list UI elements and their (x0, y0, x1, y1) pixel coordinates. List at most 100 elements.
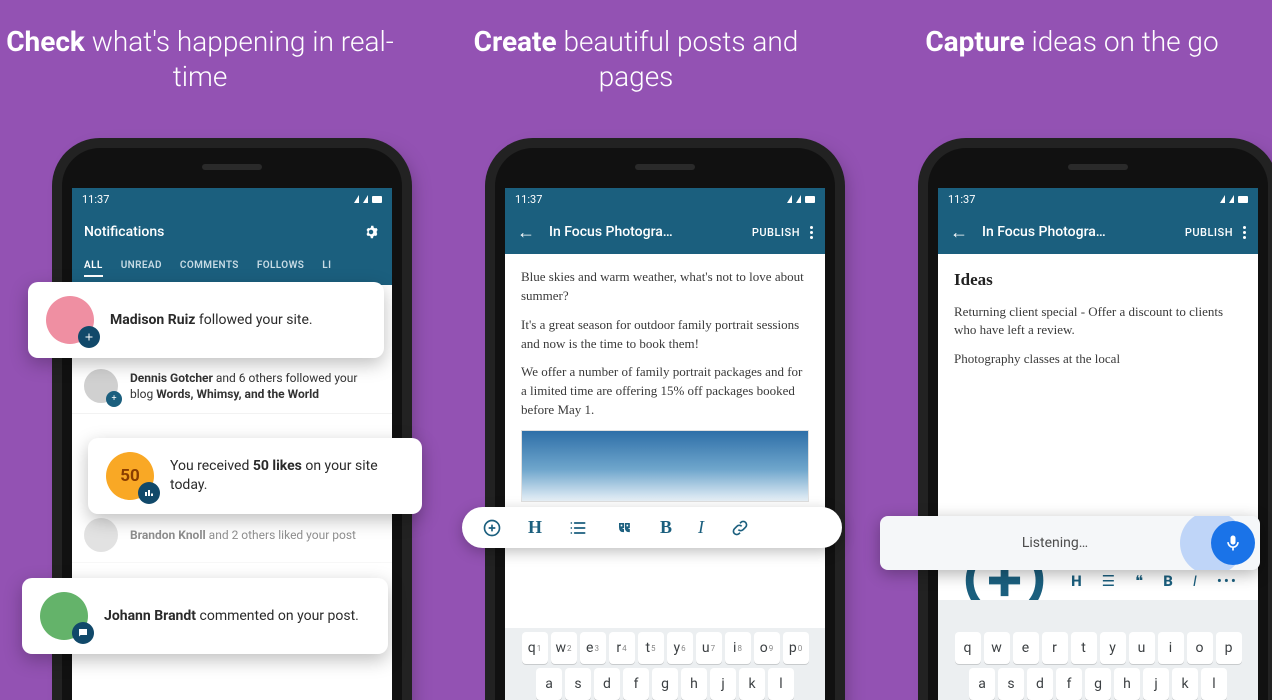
post-editor[interactable]: Ideas Returning client special - Offer a… (938, 254, 1258, 393)
app-bar: ← In Focus Photogra… PUBLISH (938, 210, 1258, 254)
publish-button[interactable]: PUBLISH (1185, 226, 1233, 239)
promo-caption-1: Check what's happening in real-time (0, 24, 400, 94)
heading-button[interactable]: H (1071, 572, 1082, 590)
list-icon[interactable]: ☰ (1102, 572, 1115, 590)
key-w[interactable]: w (984, 632, 1010, 664)
key-r[interactable]: r4 (609, 632, 635, 664)
voice-input-bar[interactable]: Listening… (880, 516, 1260, 570)
key-k[interactable]: k (739, 668, 765, 700)
gear-icon[interactable] (362, 223, 380, 241)
format-toolbar: H B I (462, 507, 842, 548)
key-g[interactable]: g (652, 668, 678, 700)
key-e[interactable]: e (1013, 632, 1039, 664)
notification-row[interactable]: + Dennis Gotcher and 6 others followed y… (72, 359, 392, 414)
notification-card-comment[interactable]: Johann Brandt commented on your post. (22, 578, 388, 654)
key-y[interactable]: y (1100, 632, 1126, 664)
tab-likes[interactable]: LI (322, 260, 331, 277)
key-t[interactable]: t5 (638, 632, 664, 664)
key-u[interactable]: u (1129, 632, 1155, 664)
heading-button[interactable]: H (528, 517, 542, 538)
avatar (40, 592, 88, 640)
plus-badge-icon (78, 326, 100, 348)
key-s[interactable]: s (565, 668, 591, 700)
stats-badge-icon (138, 482, 160, 504)
key-j[interactable]: j (710, 668, 736, 700)
tab-unread[interactable]: UNREAD (121, 260, 162, 277)
keyboard[interactable]: qwertyuiop asdfghjkl zxcvbnm ?123 , . (938, 600, 1258, 700)
quote-icon[interactable] (614, 518, 634, 538)
link-icon[interactable] (730, 518, 750, 538)
italic-button[interactable]: I (698, 517, 704, 538)
list-icon[interactable] (568, 518, 588, 538)
listening-label: Listening… (904, 535, 1206, 551)
key-i[interactable]: i (1158, 632, 1184, 664)
bold-button[interactable]: B (1163, 572, 1173, 590)
key-o[interactable]: o9 (754, 632, 780, 664)
comment-badge-icon (72, 622, 94, 644)
notification-card-likes[interactable]: 50 You received 50 likes on your site to… (88, 438, 422, 514)
promo-caption-2: Create beautiful posts and pages (436, 24, 836, 94)
phone-mock-voice: 11:37 ← In Focus Photogra… PUBLISH Ideas… (928, 148, 1268, 700)
key-k[interactable]: k (1172, 668, 1198, 700)
tab-all[interactable]: ALL (84, 260, 103, 277)
key-i[interactable]: i8 (725, 632, 751, 664)
key-o[interactable]: o (1187, 632, 1213, 664)
key-j[interactable]: j (1143, 668, 1169, 700)
key-u[interactable]: u7 (696, 632, 722, 664)
key-t[interactable]: t (1071, 632, 1097, 664)
notification-row[interactable]: Brandon Knoll and 2 others liked your po… (72, 508, 392, 563)
key-d[interactable]: d (1027, 668, 1053, 700)
key-p[interactable]: p (1216, 632, 1242, 664)
more-icon[interactable] (1243, 226, 1246, 239)
quote-icon[interactable]: ❝ (1135, 572, 1143, 590)
key-p[interactable]: p0 (783, 632, 809, 664)
publish-button[interactable]: PUBLISH (752, 226, 800, 239)
status-bar: 11:37 (72, 188, 392, 210)
key-s[interactable]: s (998, 668, 1024, 700)
mic-icon[interactable] (1211, 521, 1255, 565)
key-h[interactable]: h (1114, 668, 1140, 700)
promo-caption-3: Capture ideas on the go (872, 24, 1272, 59)
key-f[interactable]: f (1056, 668, 1082, 700)
phone-mock-editor: 11:37 ← In Focus Photogra… PUBLISH Blue … (495, 148, 835, 700)
add-block-icon[interactable] (482, 518, 502, 538)
key-r[interactable]: r (1042, 632, 1068, 664)
likes-avatar: 50 (106, 452, 154, 500)
key-d[interactable]: d (594, 668, 620, 700)
bold-button[interactable]: B (660, 517, 672, 538)
keyboard[interactable]: q1w2e3r4t5y6u7i8o9p0 asdfghjkl zxcvbnm ?… (505, 628, 825, 700)
key-y[interactable]: y6 (667, 632, 693, 664)
more-tools-icon[interactable]: ••• (1217, 572, 1238, 590)
key-h[interactable]: h (681, 668, 707, 700)
tab-comments[interactable]: COMMENTS (180, 260, 239, 277)
key-q[interactable]: q1 (522, 632, 548, 664)
post-editor[interactable]: Blue skies and warm weather, what's not … (505, 254, 825, 516)
key-l[interactable]: l (768, 668, 794, 700)
key-f[interactable]: f (623, 668, 649, 700)
avatar: + (84, 369, 118, 403)
page-title: In Focus Photogra… (982, 224, 1185, 240)
signal-icon (354, 195, 359, 203)
page-title: Notifications (84, 224, 362, 240)
key-e[interactable]: e3 (580, 632, 606, 664)
back-icon[interactable]: ← (950, 222, 968, 243)
italic-button[interactable]: I (1193, 572, 1197, 590)
key-a[interactable]: a (969, 668, 995, 700)
tab-follows[interactable]: FOLLOWS (257, 260, 304, 277)
key-l[interactable]: l (1201, 668, 1227, 700)
page-title: In Focus Photogra… (549, 224, 752, 240)
inserted-image[interactable] (521, 430, 809, 502)
key-q[interactable]: q (955, 632, 981, 664)
back-icon[interactable]: ← (517, 222, 535, 243)
follow-badge-icon: + (106, 391, 122, 407)
avatar (46, 296, 94, 344)
notification-tabs: ALL UNREAD COMMENTS FOLLOWS LI (72, 254, 392, 285)
status-bar: 11:37 (505, 188, 825, 210)
key-a[interactable]: a (536, 668, 562, 700)
notification-card-follow[interactable]: Madison Ruiz followed your site. (28, 282, 384, 358)
avatar (84, 518, 118, 552)
more-icon[interactable] (810, 226, 813, 239)
wifi-icon (363, 195, 368, 203)
key-w[interactable]: w2 (551, 632, 577, 664)
key-g[interactable]: g (1085, 668, 1111, 700)
